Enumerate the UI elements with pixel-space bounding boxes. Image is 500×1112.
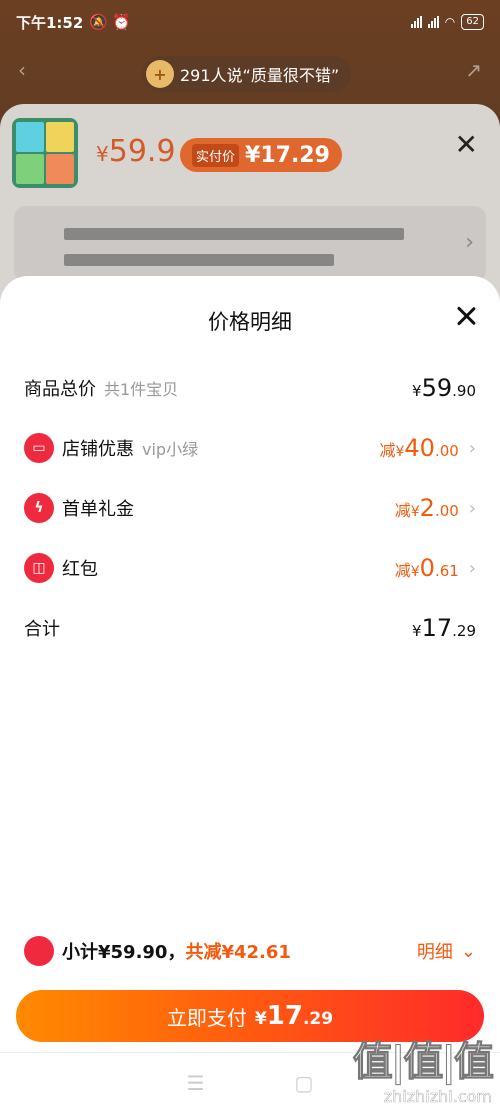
blurred-text (64, 254, 334, 266)
back-icon: ‹ (18, 58, 26, 82)
row-total-price: 商品总价 共1件宝贝 ¥59.90 (24, 374, 476, 402)
price-detail-sheet: 价格明细 商品总价 共1件宝贝 ¥59.90 ▭ 店铺优惠 vip小绿 减 ¥40… (0, 276, 500, 1112)
home-icon[interactable]: ▢ (295, 1071, 314, 1095)
watermark-url: zhizhizhi.com (383, 1087, 493, 1106)
blurred-address-card[interactable]: › (14, 206, 486, 282)
battery-icon: 62 (461, 14, 484, 30)
watermark: 值|值|值 zhizhizhi.com (352, 1029, 494, 1107)
chevron-right-icon: › (468, 497, 476, 519)
row-store-discount[interactable]: ▭ 店铺优惠 vip小绿 减 ¥40.00 › (24, 428, 476, 468)
ticket-icon (24, 936, 54, 966)
product-thumbnail (12, 118, 78, 188)
menu-icon[interactable]: ☰ (187, 1071, 205, 1095)
alarm-icon: ⏰ (112, 13, 131, 31)
total-price-amount: ¥59.90 (412, 374, 476, 402)
sheet-title: 价格明细 (208, 310, 292, 334)
pay-amount: ¥17.29 (254, 1001, 334, 1031)
subtotal-bar: 小计¥59.90， 共减¥42.61 明细 ⌄ (24, 934, 476, 968)
product-price: ¥59.9 (96, 134, 176, 169)
signal-icon (410, 16, 422, 28)
total-savings: 共减¥42.61 (185, 942, 291, 963)
status-time: 下午1:52 (16, 13, 84, 32)
mute-icon: 🔕 (89, 13, 108, 31)
row-red-packet[interactable]: ◫ 红包 减 ¥0.61 › (24, 548, 476, 588)
real-price-badge: 实付价 ¥17.29 (180, 138, 342, 172)
close-icon[interactable] (452, 302, 480, 330)
signal-icon-2 (427, 16, 439, 28)
red-packet-amount: 减 ¥0.61 (394, 554, 459, 582)
wifi-icon: ◠ (444, 15, 456, 29)
chevron-down-icon: ⌄ (460, 940, 476, 962)
row-first-order-gift[interactable]: ϟ 首单礼金 减 ¥2.00 › (24, 488, 476, 528)
chevron-right-icon: › (468, 437, 476, 459)
lightning-icon: ϟ (24, 493, 54, 523)
row-grand-total: 合计 ¥17.29 (24, 614, 476, 642)
quality-badge: + 291人说“质量很不错” (142, 56, 352, 92)
detail-toggle[interactable]: 明细 ⌄ (417, 938, 476, 964)
first-order-amount: 减 ¥2.00 (394, 494, 459, 522)
blurred-text (64, 228, 404, 240)
quality-text: 291人说“质量很不错” (180, 66, 340, 85)
store-discount-amount: 减 ¥40.00 (379, 434, 459, 462)
chevron-right-icon: › (468, 557, 476, 579)
share-icon: ↗ (465, 58, 482, 82)
grand-total-amount: ¥17.29 (412, 614, 476, 642)
chevron-right-icon: › (465, 230, 474, 255)
watermark-logo: 值|值|值 (352, 1039, 494, 1086)
product-sheet-close-icon[interactable]: ✕ (455, 128, 478, 161)
store-coupon-icon: ▭ (24, 433, 54, 463)
plus-icon: + (146, 60, 174, 88)
subtotal-text: 小计¥59.90， (62, 942, 186, 963)
red-packet-icon: ◫ (24, 553, 54, 583)
status-bar: 下午1:52 🔕 ⏰ ◠ 62 (0, 0, 500, 44)
